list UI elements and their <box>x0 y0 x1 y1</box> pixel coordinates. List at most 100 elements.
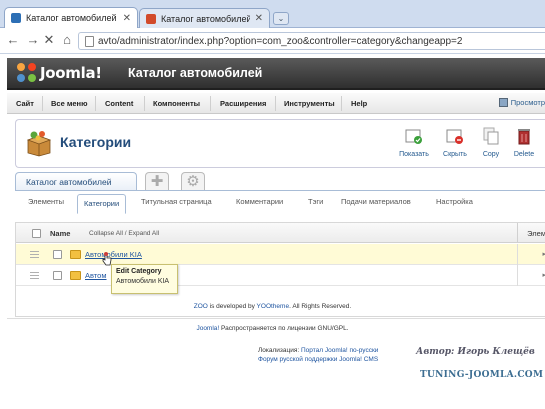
admin-menu-bar: Сайт Все меню Content Компоненты Расшире… <box>7 93 545 114</box>
row-checkbox[interactable] <box>53 250 62 259</box>
forward-icon[interactable]: → <box>25 32 41 47</box>
joomla-favicon-icon <box>11 13 21 23</box>
preview-link[interactable]: Просмотр <box>498 98 545 107</box>
table-header: Name Collapse All / Expand All Элем <box>16 223 545 243</box>
back-icon[interactable]: ← <box>5 32 21 47</box>
gear-icon: ⚙ <box>186 173 200 190</box>
close-tab-icon[interactable]: ✕ <box>255 13 263 24</box>
page-icon <box>85 35 94 47</box>
row-checkbox[interactable] <box>53 271 62 280</box>
unpublish-label: Скрыть <box>443 151 467 158</box>
rights-text: . All Rights Reserved. <box>289 303 352 310</box>
copy-icon <box>483 127 499 145</box>
tooltip-title: Edit Category <box>116 268 162 275</box>
select-all-checkbox[interactable] <box>32 229 41 238</box>
browser-tab-inactive[interactable]: Каталог автомобилей ✕ <box>139 8 270 28</box>
plus-icon: ✚ <box>150 173 164 190</box>
browser-tab-title: Каталог автомобилей <box>161 13 250 24</box>
menu-divider <box>95 96 96 111</box>
table-row[interactable]: Автомобили KIA ▸ <box>16 244 545 265</box>
logo-text: Joomla! <box>40 64 102 82</box>
close-tab-icon[interactable]: ✕ <box>123 13 131 24</box>
license-line: Joomla! Распространяется по лицензии GNU… <box>0 325 545 332</box>
column-divider <box>517 265 518 286</box>
tab-config[interactable]: Настройка <box>436 197 473 206</box>
new-tab-button[interactable]: ⌄ <box>273 12 289 25</box>
column-name[interactable]: Name <box>50 229 70 238</box>
preview-icon <box>498 98 508 107</box>
localization-block: Локализация: Портал Joomla! по-русски Фо… <box>258 346 378 364</box>
column-elements: Элем <box>527 229 545 238</box>
unpublish-button[interactable]: Скрыть <box>435 127 475 158</box>
menu-divider <box>144 96 145 111</box>
table-row[interactable]: Автом ▸ <box>16 265 545 286</box>
preview-label: Просмотр <box>510 98 545 107</box>
publish-button[interactable]: Показать <box>394 127 434 158</box>
zoo-link[interactable]: ZOO <box>194 303 208 310</box>
tab-comments[interactable]: Комментарии <box>236 197 283 206</box>
zoo-credit-text: is developed by <box>207 303 257 310</box>
categories-box-icon <box>26 131 52 157</box>
browser-tab-bar: Каталог автомобилей - Ад ✕ Каталог автом… <box>0 0 545 28</box>
portal-link[interactable]: Портал Joomla! по-русски <box>301 347 378 354</box>
menu-divider <box>275 96 276 111</box>
stop-icon[interactable]: ✕ <box>41 32 57 48</box>
url-field[interactable]: avto/administrator/index.php?option=com_… <box>78 32 545 50</box>
joomla-logo[interactable]: Joomla! <box>17 63 102 83</box>
menu-divider <box>42 96 43 111</box>
menu-item-menus[interactable]: Все меню <box>51 99 88 108</box>
url-text: avto/administrator/index.php?option=com_… <box>98 35 463 47</box>
sub-tab-strip: Элементы Категории Титульная страница Ко… <box>15 190 545 214</box>
joomla-logo-icon <box>17 63 37 83</box>
column-divider <box>517 244 518 265</box>
trash-icon <box>518 129 530 145</box>
folder-icon <box>70 271 81 280</box>
menu-item-components[interactable]: Компоненты <box>153 99 200 108</box>
browser-tab-title: Каталог автомобилей - Ад <box>26 13 118 23</box>
publish-label: Показать <box>399 151 429 158</box>
column-divider <box>517 223 518 243</box>
tab-frontpage[interactable]: Титульная страница <box>141 197 212 206</box>
localization-label: Локализация: <box>258 347 301 354</box>
joomla-link[interactable]: Joomla! <box>196 325 219 332</box>
app-tab[interactable]: Каталог автомобилей <box>15 172 137 190</box>
yootheme-link[interactable]: YOOtheme <box>257 303 290 310</box>
folder-icon <box>70 250 81 259</box>
toolbar-box: Категории Показать Скрыть Copy Delete <box>15 119 545 168</box>
delete-button[interactable]: Delete <box>504 127 544 158</box>
address-bar: ← → ✕ ⌂ avto/administrator/index.php?opt… <box>0 28 545 54</box>
tab-categories[interactable]: Категории <box>77 194 127 214</box>
app-settings-button[interactable]: ⚙ <box>181 172 205 190</box>
tooltip: Edit Category Автомобили KIA <box>111 264 178 294</box>
publish-icon <box>405 129 422 144</box>
tab-items[interactable]: Элементы <box>28 197 64 206</box>
admin-header: Joomla! Каталог автомобилей <box>7 58 545 90</box>
delete-label: Delete <box>513 151 535 158</box>
menu-item-tools[interactable]: Инструменты <box>284 99 335 108</box>
home-icon[interactable]: ⌂ <box>59 32 75 47</box>
menu-divider <box>341 96 342 111</box>
tooltip-text: Автомобили KIA <box>116 278 170 285</box>
zoo-credit: ZOO is developed by YOOtheme. All Rights… <box>0 303 545 310</box>
footer-divider <box>7 318 545 319</box>
author-watermark: Автор: Игорь Клещёв <box>416 347 535 357</box>
menu-item-extensions[interactable]: Расширения <box>220 99 266 108</box>
menu-item-site[interactable]: Сайт <box>16 99 34 108</box>
category-link[interactable]: Автом <box>85 271 107 280</box>
brand-watermark: TUNING-JOOMLA.COM <box>420 370 544 380</box>
menu-item-content[interactable]: Content <box>105 99 133 108</box>
forum-link[interactable]: Форум русской поддержки Joomla! CMS <box>258 356 378 363</box>
page-title: Категории <box>60 134 132 150</box>
unpublish-icon <box>446 129 463 144</box>
site-name: Каталог автомобилей <box>128 66 263 80</box>
drag-handle-icon[interactable] <box>30 251 39 260</box>
drag-handle-icon[interactable] <box>30 272 39 281</box>
collapse-expand-toggle[interactable]: Collapse All / Expand All <box>89 230 159 237</box>
browser-tab-active[interactable]: Каталог автомобилей - Ад ✕ <box>4 7 138 28</box>
tab-submissions[interactable]: Подачи материалов <box>341 197 411 206</box>
menu-item-help[interactable]: Help <box>351 99 367 108</box>
category-link[interactable]: Автомобили KIA <box>85 250 142 259</box>
license-text: Распространяется по лицензии GNU/GPL. <box>219 325 349 332</box>
tab-tags[interactable]: Тэги <box>308 197 323 206</box>
add-app-button[interactable]: ✚ <box>145 172 169 190</box>
